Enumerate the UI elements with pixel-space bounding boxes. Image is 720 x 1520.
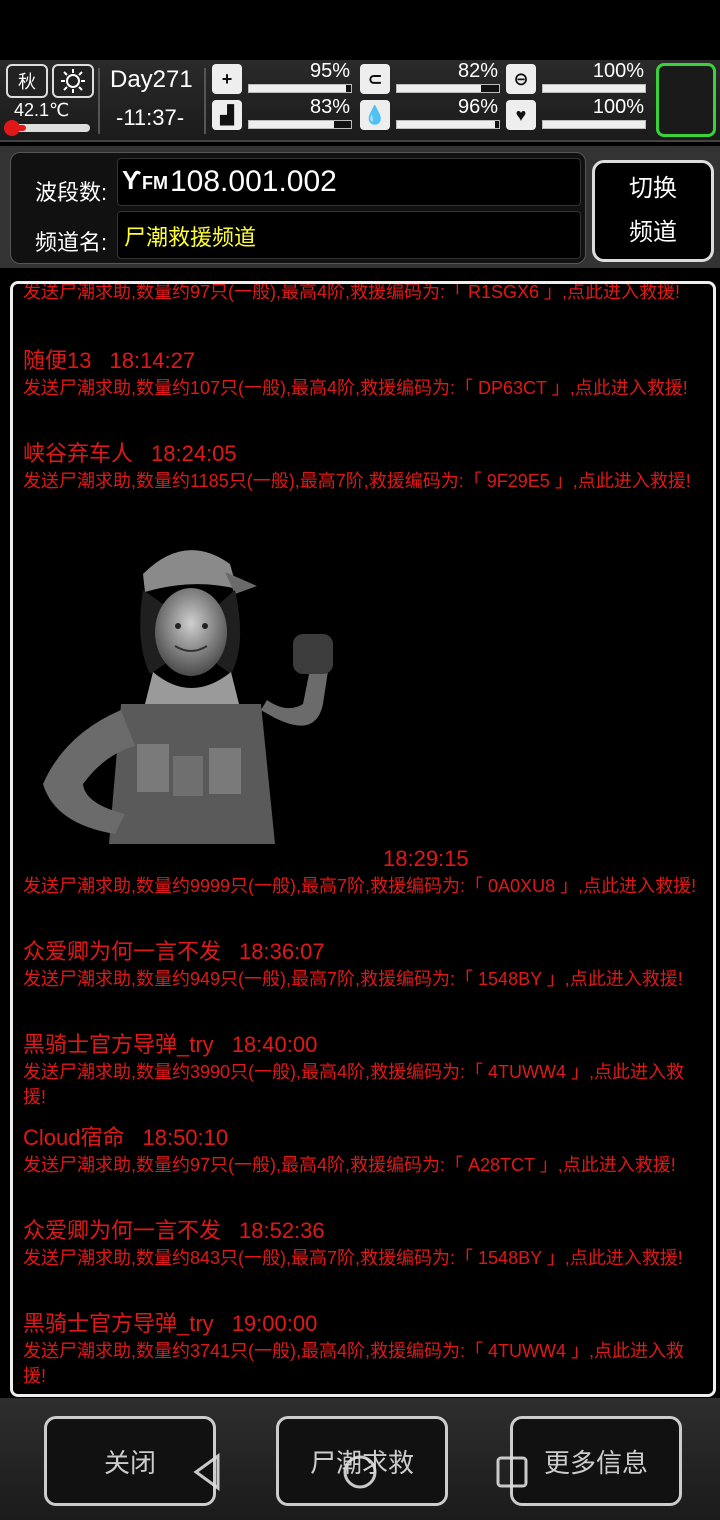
medkit-icon: + [212,64,242,94]
message-body[interactable]: 发送尸潮求助,数量约3741只(一般),最高4阶,救援编码为:「 4TUWW4 … [23,1339,703,1389]
rescue-message[interactable]: 发送尸潮求助,数量约97只(一般),最高4阶,救援编码为:「 R1SGX6 」,… [23,284,703,305]
channel-name: 尸潮救援频道 [124,225,257,250]
stat-bar [396,84,500,93]
message-body[interactable]: 发送尸潮求助,数量约97只(一般),最高4阶,救援编码为:「 A28TCT 」,… [23,1153,703,1178]
message-header: 众爱卿为何一言不发 18:52:36 [23,1216,703,1246]
rescue-message[interactable]: 众爱卿为何一言不发 18:36:07 发送尸潮求助,数量约949只(一般),最高7阶… [23,937,703,992]
thermometer-icon [4,120,20,136]
season-label: 秋 [18,72,36,92]
rescue-message[interactable]: Cloud宿命 18:50:10 发送尸潮求助,数量约97只(一般),最高4阶,救援… [23,1123,703,1178]
stat-percent: 100% [592,96,644,118]
message-body[interactable]: 发送尸潮求助,数量约97只(一般),最高4阶,救援编码为:「 R1SGX6 」,… [23,284,703,305]
sender-name: Cloud宿命 [23,1125,125,1150]
stat-percent: 83% [309,96,350,118]
antenna-fm-icon: ƳFM [122,165,169,195]
water-drop-icon: 💧 [360,100,390,130]
message-body[interactable]: 发送尸潮求助,数量约9999只(一般),最高7阶,救援编码为:「 0A0XU8 … [23,874,703,899]
stat-bar [248,120,352,129]
divider [98,68,100,134]
stat-percent: 95% [309,60,350,82]
status-bar: 秋 42.1℃ Day271 -11:37- +95% ⊂ 82% ⊖ 100% ▟ 83%… [0,60,720,142]
rescue-message[interactable]: 峡谷弃车人 18:24:05 发送尸潮求助,数量约1185只(一般),最高7阶,救援… [23,439,703,494]
sender-name: 黑骑士官方导弹_try [23,1311,214,1336]
message-time: 18:36:07 [239,939,325,964]
stat-gauge: 💧 96% [360,96,500,132]
rescue-message[interactable]: 黑骑士官方导弹_try 19:00:00 发送尸潮求助,数量约3741只(一般),最… [23,1309,703,1389]
message-header: Cloud宿命 18:50:10 [23,1123,703,1153]
weather-sun-icon [52,64,94,98]
boot-icon: ▟ [212,100,242,130]
message-time: 18:52:36 [239,1218,325,1243]
message-header: 黑骑士官方导弹_try 19:00:00 [23,1309,703,1339]
temperature-value: 42.1℃ [14,100,70,120]
stat-bar [542,120,646,129]
sender-name: 黑骑士官方导弹_try [23,1032,214,1057]
switch-channel-button[interactable]: 切换 频道 [592,160,714,262]
message-time: 19:00:00 [231,1311,318,1336]
message-body[interactable]: 发送尸潮求助,数量约843只(一般),最高7阶,救援编码为:「 1548BY 」… [23,1246,703,1271]
stomach-icon: ⊂ [360,64,390,94]
frequency-value: 108.001.002 [170,165,337,198]
sender-name: 众爱卿为何一言不发 [23,1218,222,1243]
stat-gauge: +95% [212,60,352,96]
message-header: 众爱卿为何一言不发 18:36:07 [23,937,703,967]
sender-name: 峡谷弃车人 [23,441,134,466]
nav-home-icon[interactable] [340,1452,380,1492]
season-indicator: 秋 [6,64,48,98]
band-label: 波段数: [35,180,108,205]
pill-icon: ⊖ [506,64,536,94]
stat-gauge: ♥ 100% [506,96,646,132]
message-time: 18:29:15 [383,846,469,871]
message-time: 18:14:27 [109,348,196,373]
message-log[interactable]: 发送尸潮求助,数量约97只(一般),最高4阶,救援编码为:「 R1SGX6 」,… [10,281,716,1397]
day-counter: Day271 [110,66,193,93]
sender-name: 随便13 [23,348,92,373]
rescue-message[interactable]: 18:29:15 发送尸潮求助,数量约9999只(一般),最高7阶,救援编码为:「… [23,844,703,899]
survivor-portrait [43,550,333,844]
nav-back-icon[interactable] [188,1452,228,1492]
message-header: 随便13 18:14:27 [23,346,703,376]
stat-bar [396,120,500,129]
radio-panel: 波段数: ƳFM 108.001.002 频道名: 尸潮救援频道 切换 频道 [0,146,720,268]
message-body[interactable]: 发送尸潮求助,数量约3990只(一般),最高4阶,救援编码为:「 4TUWW4 … [23,1060,703,1110]
nav-recents-icon[interactable] [492,1452,532,1492]
message-time: 18:50:10 [142,1125,229,1150]
stat-percent: 96% [457,96,498,118]
message-time: 18:24:05 [151,441,237,466]
message-header: 黑骑士官方导弹_try 18:40:00 [23,1030,703,1060]
switch-channel-label-2: 频道 [629,219,677,246]
stat-gauge: ⊂ 82% [360,60,500,96]
message-body[interactable]: 发送尸潮求助,数量约107只(一般),最高4阶,救援编码为:「 DP63CT 」… [23,376,703,401]
close-button-label: 关闭 [103,1447,156,1478]
stat-percent: 100% [592,60,644,82]
channel-label: 频道名: [35,230,108,255]
message-body[interactable]: 发送尸潮求助,数量约949只(一般),最高7阶,救援编码为:「 1548BY 」… [23,967,703,992]
rescue-message[interactable]: 众爱卿为何一言不发 18:52:36 发送尸潮求助,数量约843只(一般),最高7阶… [23,1216,703,1271]
radio-info: 波段数: ƳFM 108.001.002 频道名: 尸潮救援频道 [10,152,586,264]
divider [204,68,206,134]
channel-display: 尸潮救援频道 [117,211,581,259]
more-info-button[interactable]: 更多信息 [510,1416,682,1506]
game-clock: -11:37- [116,105,185,130]
character-slot-button[interactable] [656,63,716,137]
more-info-label: 更多信息 [543,1447,648,1478]
message-time: 18:40:00 [231,1032,318,1057]
stat-bar [542,84,646,93]
message-header: 峡谷弃车人 18:24:05 [23,439,703,469]
message-body[interactable]: 发送尸潮求助,数量约1185只(一般),最高7阶,救援编码为:「 9F29E5 … [23,469,703,494]
heart-icon: ♥ [506,100,536,130]
rescue-message[interactable]: 随便13 18:14:27 发送尸潮求助,数量约107只(一般),最高4阶,救援编码… [23,346,703,401]
rescue-message[interactable]: 黑骑士官方导弹_try 18:40:00 发送尸潮求助,数量约3990只(一般),最… [23,1030,703,1110]
stat-gauge: ▟ 83% [212,96,352,132]
frequency-display: ƳFM 108.001.002 [117,158,581,206]
sender-name: 众爱卿为何一言不发 [23,939,222,964]
stat-gauge: ⊖ 100% [506,60,646,96]
switch-channel-label-1: 切换 [629,175,677,202]
stat-bar [248,84,352,93]
message-header: 18:29:15 [23,844,703,874]
stat-percent: 82% [457,60,498,82]
